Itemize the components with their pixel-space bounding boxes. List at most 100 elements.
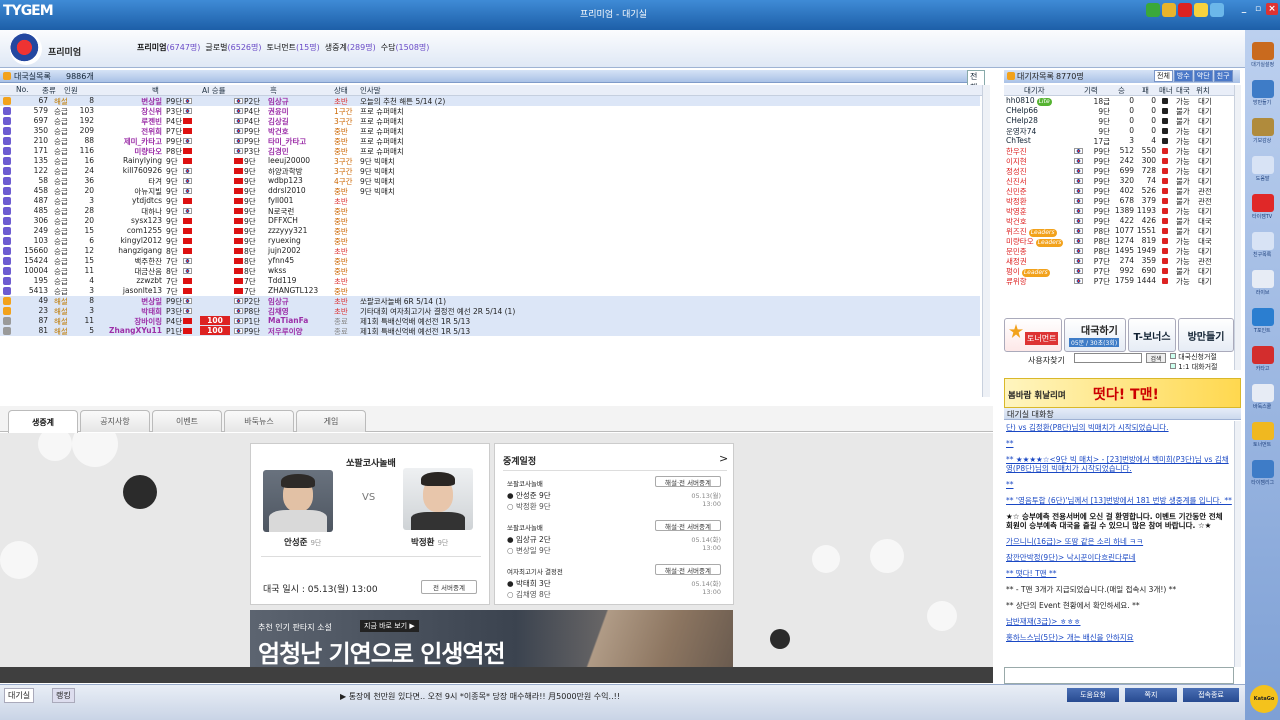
tree-icon[interactable] [1146, 3, 1160, 17]
broadcast-button[interactable]: 전 서버중계 [421, 580, 477, 594]
schedule-broadcast-button[interactable]: 해설·전 서버중계 [655, 476, 721, 487]
user-find-button[interactable]: 검색 [1146, 353, 1166, 363]
room-row[interactable]: 485 승급 28 대하나 9단 9단 N로국런 중반 [0, 206, 980, 216]
col-state[interactable]: 상태 [334, 85, 348, 96]
waiting-filter[interactable]: 약단 [1193, 70, 1213, 82]
room-row[interactable]: 306 승급 20 sysx123 9단 9단 DFFXCH 중반 [0, 216, 980, 226]
tab-0[interactable]: 생중계 [8, 410, 78, 433]
room-list-scrollbar[interactable] [982, 85, 990, 397]
tab-ranking[interactable]: 랭킹 [52, 688, 75, 703]
col-no[interactable]: No. [16, 85, 28, 94]
novel-ad-banner[interactable]: 추천 인기 판타지 소설 지금 바로 보기 ▶ 엄청난 기연으로 인생역전 [250, 610, 733, 667]
room-row[interactable]: 579 승급 103 장신위 P3단 P4단 권윤미 1구간 프로 슈퍼매치 [0, 106, 980, 116]
room-row[interactable]: 487 승급 3 ytdjdtcs 9단 9단 fyll001 초반 [0, 196, 980, 206]
sidebar-item[interactable]: 기보감상 [1247, 118, 1278, 148]
sidebar-item[interactable]: 대기실설정 [1247, 42, 1278, 72]
server-tab[interactable]: 프리미엄(6747명) [137, 43, 200, 52]
chat-input[interactable] [1004, 667, 1234, 684]
wcol-rank[interactable]: 기력 [1084, 85, 1098, 96]
sidebar-item[interactable]: 카타고 [1247, 346, 1278, 376]
room-row[interactable]: 10004 승급 11 대금산음 8단 8단 wkss 중반 [0, 266, 980, 276]
schedule-item[interactable]: 쏘팔코사놀배 해설·전 서버중계 ● 임상규 2단 ○ 변상일 9단 05.14(화) 1… [495, 520, 735, 564]
room-row[interactable]: 210 승급 88 제미_카타고 P9단 P9단 타미_카타고 중반 프로 슈퍼매치 [0, 136, 980, 146]
tab-3[interactable]: 바둑뉴스 [224, 410, 294, 432]
news-ticker[interactable]: ▶ 통장에 천만원 있다면.. 오전 9시 *이종목* 당장 매수해라!! 月5… [340, 691, 620, 702]
waiting-row[interactable]: hh0810 Lite 18급 0 0 가능 대기 [1004, 96, 1234, 106]
room-row[interactable]: 49 해설 8 변상일 P9단 P2단 임상규 초반 쏘팔코사놀배 6R 5/14 (1) [0, 296, 980, 306]
room-row[interactable]: 67 해설 8 변상일 P9단 P2단 임상규 초반 오늘의 추천 해튼 5/14 (2) [0, 96, 980, 106]
waiting-row[interactable]: 이지현 P9단 242 300 가능 대기 [1004, 156, 1234, 166]
col-people[interactable]: 인원 [64, 85, 78, 96]
logout-button[interactable]: 접속종료 [1183, 688, 1239, 702]
room-row[interactable]: 195 승급 4 zzwzbt 7단 7단 Tdd119 초반 [0, 276, 980, 286]
minimize-button[interactable]: _ [1238, 3, 1250, 15]
tab-lobby[interactable]: 대기실 [4, 688, 35, 703]
wcol-win[interactable]: 승 [1118, 85, 1125, 96]
sidebar-item[interactable]: 토너먼트 [1247, 422, 1278, 452]
close-button[interactable]: × [1266, 3, 1278, 15]
maximize-button[interactable]: ▫ [1252, 3, 1264, 15]
chat-scrollbar[interactable] [1234, 421, 1241, 667]
sidebar-item[interactable]: 바둑스쿨 [1247, 384, 1278, 414]
tab-2[interactable]: 이벤트 [152, 410, 222, 432]
tbonus-button[interactable]: T-보너스 [1128, 318, 1176, 352]
wcol-name[interactable]: 대기자 [1024, 85, 1045, 96]
schedule-item[interactable]: 여자최고기사 결정전 해설·전 서버중계 ● 박태희 3단 ○ 김채영 8단 05.14… [495, 564, 735, 608]
wcol-play[interactable]: 대국 [1176, 85, 1190, 96]
waiting-row[interactable]: 박영훈 P9단 1389 1193 가능 대기 [1004, 206, 1234, 216]
opt-reject-chat[interactable]: 1:1 대화거절 [1170, 362, 1218, 372]
sidebar-item[interactable]: 방만들기 [1247, 80, 1278, 110]
col-greeting[interactable]: 인사말 [360, 85, 381, 96]
waiting-row[interactable]: ChTest 17급 3 4 가능 대기 [1004, 136, 1234, 146]
server-tab[interactable]: 수담(1508명) [381, 43, 430, 52]
room-row[interactable]: 5413 승급 3 jasonlte13 7단 7단 ZHANGTL123 중반 [0, 286, 980, 296]
event-icon[interactable] [1162, 3, 1176, 17]
match-card[interactable]: 쏘팔코사놀배 VS 안성준 9단 박정환 9단 대국 일시 : 05.13(월)… [250, 443, 490, 605]
room-row[interactable]: 87 해설 11 장바이링 P4단 100 P1단 MaTianFa 종료 제1회 특배신억배 예… [0, 316, 980, 326]
sidebar-item[interactable]: 도움말 [1247, 156, 1278, 186]
waiting-filter[interactable]: 방수 [1173, 70, 1193, 82]
room-row[interactable]: 15424 승급 15 백주한잔 7단 8단 yfnn45 중반 [0, 256, 980, 266]
room-row[interactable]: 135 승급 16 Rainylying 9단 9단 leeuj20000 3구간 9단 빅매치 [0, 156, 980, 166]
waiting-row[interactable]: CHelp66 9단 0 0 불가 대기 [1004, 106, 1234, 116]
user-find-input[interactable] [1074, 353, 1142, 363]
help-request-button[interactable]: 도움요청 [1067, 688, 1119, 702]
col-white[interactable]: 백 [152, 85, 159, 96]
waiting-row[interactable]: 정성진 P9단 699 728 가능 대기 [1004, 166, 1234, 176]
waiting-row[interactable]: 새정권 P7단 274 359 가능 관전 [1004, 256, 1234, 266]
waiting-filter[interactable]: 친구 [1213, 70, 1233, 82]
chat-event-banner[interactable]: 봄바람 휘날리며 떳다! T맨! [1004, 378, 1241, 408]
room-row[interactable]: 23 해설 3 박태희 P3단 P8단 김채영 초반 기타대회 여자최고기사 결정전 예선 2R… [0, 306, 980, 316]
schedule-broadcast-button[interactable]: 해설·전 서버중계 [655, 564, 721, 575]
tab-1[interactable]: 공지사항 [80, 410, 150, 432]
katago-icon[interactable]: KataGo [1250, 685, 1278, 713]
room-row[interactable]: 15660 승급 12 hangzigang 8단 8단 jujn2002 초반 [0, 246, 980, 256]
waiting-row[interactable]: 펑이 Leaders P7단 992 690 불가 대기 [1004, 266, 1234, 277]
room-row[interactable]: 171 승급 116 미량타오 P8단 P3단 김경민 중반 프로 슈퍼매치 [0, 146, 980, 156]
col-black[interactable]: 흑 [270, 85, 277, 96]
room-row[interactable]: 249 승급 15 com1255 9단 9단 zzzyyy321 중반 [0, 226, 980, 236]
coin-icon[interactable] [1194, 3, 1208, 17]
tab-4[interactable]: 게임 [296, 410, 366, 432]
wcol-loss[interactable]: 패 [1142, 85, 1149, 96]
message-button[interactable]: 쪽지 [1125, 688, 1177, 702]
wcol-manner[interactable]: 매너 [1159, 85, 1173, 96]
room-row[interactable]: 350 승급 209 전위희 P7단 P9단 박건호 중반 프로 슈퍼매치 [0, 126, 980, 136]
waiting-row[interactable]: 신민준 P9단 402 526 불가 관전 [1004, 186, 1234, 196]
room-row[interactable]: 58 승급 36 타겨 9단 9단 wdbp123 4구간 9단 빅매치 [0, 176, 980, 186]
tournament-button[interactable]: 토너먼트 [1004, 318, 1062, 352]
waiting-row[interactable]: 미량타오 Leaders P8단 1274 819 가능 대국 [1004, 236, 1234, 247]
room-row[interactable]: 103 승급 6 kingyl2012 9단 9단 ryuexing 중반 [0, 236, 980, 246]
server-tab[interactable]: 글로벌(6526명) [205, 43, 261, 52]
play-match-button[interactable]: 대국하기 05분 / 30초(3회) [1064, 318, 1126, 352]
room-row[interactable]: 81 해설 5 ZhangXYu11 P1단 100 P9단 저우루이양 종료 제1회 특배신억배… [0, 326, 980, 336]
waiting-row[interactable]: 위즈진 Leaders P8단 1077 1551 불가 대기 [1004, 226, 1234, 237]
room-row[interactable]: 697 승급 192 루젠빈 P4단 P4단 김상길 3구간 프로 슈퍼매치 [0, 116, 980, 126]
waiting-row[interactable]: 신진서 P9단 320 74 불가 대기 [1004, 176, 1234, 186]
opt-reject-match[interactable]: 대국신청거절 [1170, 352, 1217, 362]
wcol-loc[interactable]: 위치 [1196, 85, 1210, 96]
server-tab[interactable]: 생중계(289명) [325, 43, 376, 52]
room-row[interactable]: 122 승급 24 kill760926 9단 9단 하양과학방 3구간 9단 빅매치 [0, 166, 980, 176]
waiting-row[interactable]: 문민종 P8단 1495 1949 가능 대기 [1004, 246, 1234, 256]
waiting-row[interactable]: 박건호 P9단 422 426 불가 대국 [1004, 216, 1234, 226]
